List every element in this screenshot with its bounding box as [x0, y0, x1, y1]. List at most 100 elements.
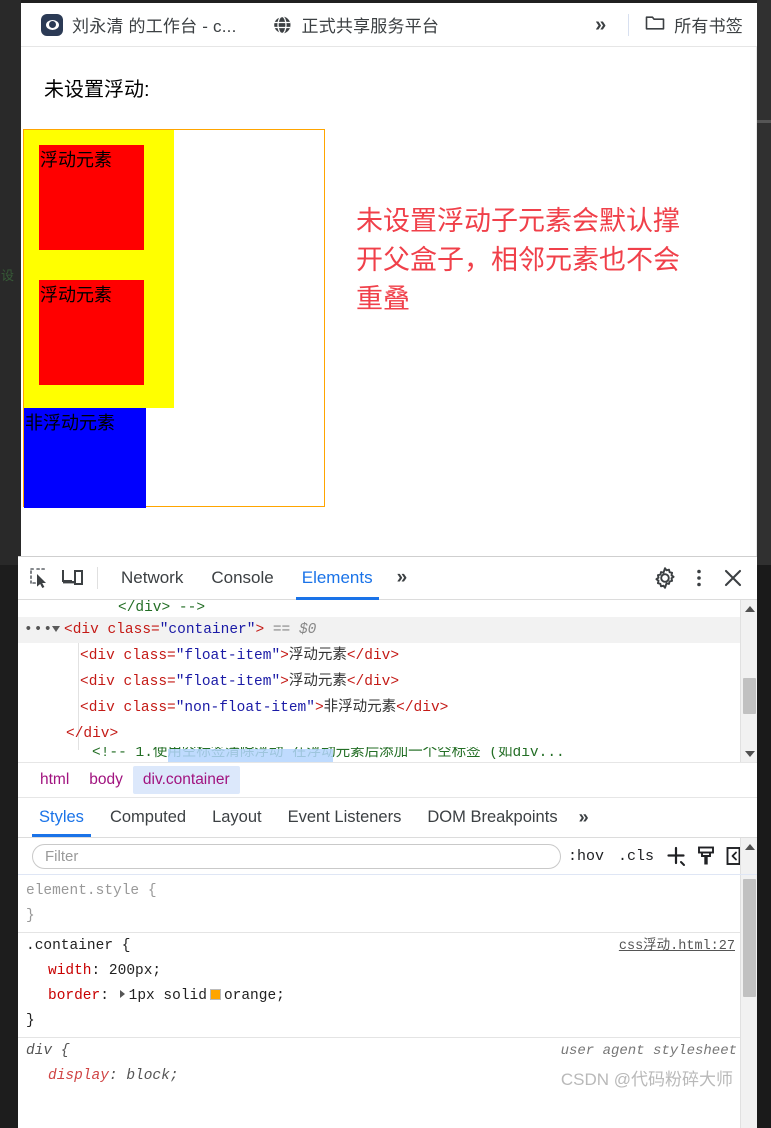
float-item-1: 浮动元素: [39, 145, 144, 250]
dom-close-tag: </div>: [346, 674, 400, 690]
dom-class-value: non-float-item: [184, 700, 307, 716]
page-right-border: [756, 47, 757, 556]
bookmarks-overflow-chevron-icon[interactable]: »: [583, 13, 618, 37]
window-edge-tick: [757, 120, 771, 123]
bookmark-label: 刘永清 的工作台 - c...: [72, 17, 237, 36]
inspect-element-icon[interactable]: [24, 563, 56, 593]
window-left-edge-lower: [0, 565, 18, 1128]
css-selector: element.style {: [26, 883, 157, 899]
css-source-link[interactable]: css浮动.html:27: [619, 934, 735, 959]
cls-toggle-button[interactable]: .cls: [611, 848, 661, 865]
dom-tree-scrollbar[interactable]: [740, 600, 757, 762]
dom-quote: ": [306, 700, 315, 716]
dom-tree-lines: </div> --> ••• <div class="container"> =…: [18, 600, 757, 760]
devtools-toolbar: Network Console Elements »: [18, 557, 757, 600]
window-right-edge: [757, 0, 771, 565]
css-colon: :: [91, 963, 109, 979]
styles-filter-input[interactable]: [32, 843, 561, 869]
tabs-overflow-chevron-icon[interactable]: »: [387, 557, 418, 600]
dom-open: <div class=: [80, 674, 176, 690]
css-value-width[interactable]: 200px;: [109, 963, 161, 979]
dom-gt: >: [280, 674, 289, 690]
dom-line-float-item-2[interactable]: <div class="float-item">浮动元素</div>: [18, 669, 757, 695]
dom-line-comment-bottom: <!-- 1.使用空标签清除浮动 在浮动元素后添加一个空标签 (如div...: [92, 747, 565, 760]
tab-elements[interactable]: Elements: [288, 557, 387, 600]
css-value-border[interactable]: 1px solid: [129, 988, 207, 1004]
dom-gt: >: [280, 648, 289, 664]
dom-search-highlight: [168, 749, 333, 762]
plus-icon[interactable]: [661, 842, 691, 870]
dom-line-comment-top: </div> -->: [118, 600, 206, 616]
dom-line-container-close: </div>: [18, 721, 757, 747]
bookmark-item-workbench[interactable]: 刘永清 的工作台 - c...: [33, 8, 245, 41]
dom-text: 浮动元素: [288, 674, 347, 690]
tab-styles[interactable]: Styles: [26, 797, 97, 837]
devtools-panel: Network Console Elements » </div> --> ••…: [18, 556, 757, 1128]
folder-icon: [645, 14, 665, 36]
dom-line-non-float-item[interactable]: <div class="non-float-item">非浮动元素</div>: [18, 695, 757, 721]
dom-row-menu-icon[interactable]: •••: [24, 617, 53, 643]
tab-dom-breakpoints[interactable]: DOM Breakpoints: [414, 797, 570, 837]
dom-line-float-item-1[interactable]: <div class="float-item">浮动元素</div>: [18, 643, 757, 669]
dom-tree-panel[interactable]: </div> --> ••• <div class="container"> =…: [18, 600, 757, 762]
dom-line-container[interactable]: ••• <div class="container"> == $0: [18, 617, 757, 643]
styles-scrollbar-top[interactable]: [740, 838, 757, 874]
paintbrush-icon[interactable]: [691, 842, 721, 870]
page-annotation-text: 未设置浮动子元素会默认撑开父盒子，相邻元素也不会重叠: [356, 206, 680, 315]
page-heading: 未设置浮动:: [44, 79, 150, 101]
css-rule-closing-brace: }: [26, 1013, 35, 1029]
css-rules-scrollbar[interactable]: [740, 875, 757, 1128]
globe-favicon-icon: [271, 14, 293, 36]
scroll-up-arrow-icon[interactable]: [741, 838, 758, 855]
css-rule-container[interactable]: css浮动.html:27 .container { width: 200px;…: [18, 932, 757, 1037]
color-swatch-orange[interactable]: [209, 989, 221, 1000]
scroll-down-arrow-icon[interactable]: [741, 745, 757, 762]
tab-layout[interactable]: Layout: [199, 797, 275, 837]
css-property-width[interactable]: width: [26, 963, 92, 979]
tab-console[interactable]: Console: [197, 557, 287, 600]
breadcrumb-item-div-container[interactable]: div.container: [132, 766, 240, 794]
tab-event-listeners[interactable]: Event Listeners: [275, 797, 415, 837]
css-rules-pane[interactable]: element.style { } css浮动.html:27 .contain…: [18, 875, 757, 1128]
tab-network[interactable]: Network: [107, 557, 197, 600]
css-selector: .container {: [26, 938, 131, 954]
scroll-up-arrow-icon[interactable]: [741, 600, 757, 617]
dom-open: <div class=: [80, 648, 176, 664]
css-value-display[interactable]: block;: [126, 1068, 178, 1084]
window-left-edge: [0, 0, 21, 565]
expand-triangle-icon[interactable]: [52, 626, 60, 633]
css-property-display[interactable]: display: [26, 1068, 109, 1084]
container-div: 浮动元素 浮动元素 非浮动元素: [23, 129, 325, 508]
css-rule-element-style[interactable]: element.style { }: [18, 878, 757, 932]
css-property-border[interactable]: border: [26, 988, 100, 1004]
float-item-2: 浮动元素: [39, 280, 144, 385]
all-bookmarks-button[interactable]: 所有书签: [639, 8, 749, 41]
rendered-page-viewport: 未设置浮动: 浮动元素 浮动元素 非浮动元素 未设置浮动子元素会默认撑开父盒子，…: [21, 47, 757, 556]
close-icon[interactable]: [717, 563, 749, 593]
devtools-tab-strip: Network Console Elements »: [107, 557, 417, 600]
window-right-edge-lower: [757, 565, 771, 1128]
css-selector: div {: [26, 1043, 70, 1059]
bookmark-item-platform[interactable]: 正式共享服务平台: [263, 8, 448, 41]
eye-favicon-icon: [41, 13, 63, 36]
devtools-toolbar-right: [649, 563, 749, 593]
gear-icon[interactable]: [649, 563, 681, 593]
device-toolbar-icon[interactable]: [56, 563, 88, 593]
styles-tabs-overflow-chevron-icon[interactable]: »: [571, 797, 597, 837]
scrollbar-thumb[interactable]: [743, 678, 756, 714]
hov-toggle-button[interactable]: :hov: [561, 848, 611, 865]
kebab-menu-icon[interactable]: [683, 563, 715, 593]
css-value-border-color[interactable]: orange;: [224, 988, 285, 1004]
tab-computed[interactable]: Computed: [97, 797, 199, 837]
dom-breadcrumb: html body div.container: [18, 762, 757, 798]
breadcrumb-item-body[interactable]: body: [79, 766, 133, 794]
bookmarks-bar: 刘永清 的工作台 - c... 正式共享服务平台 » 所有书签: [21, 3, 757, 47]
css-rule-closing-brace: }: [26, 908, 35, 924]
css-rules-list: element.style { } css浮动.html:27 .contain…: [18, 875, 757, 1092]
expand-shorthand-triangle-icon[interactable]: [119, 990, 125, 998]
non-float-item: 非浮动元素: [24, 408, 146, 508]
all-bookmarks-label: 所有书签: [674, 17, 743, 36]
scrollbar-thumb[interactable]: [743, 879, 756, 997]
bookmark-label: 正式共享服务平台: [301, 17, 440, 36]
breadcrumb-item-html[interactable]: html: [30, 766, 79, 794]
